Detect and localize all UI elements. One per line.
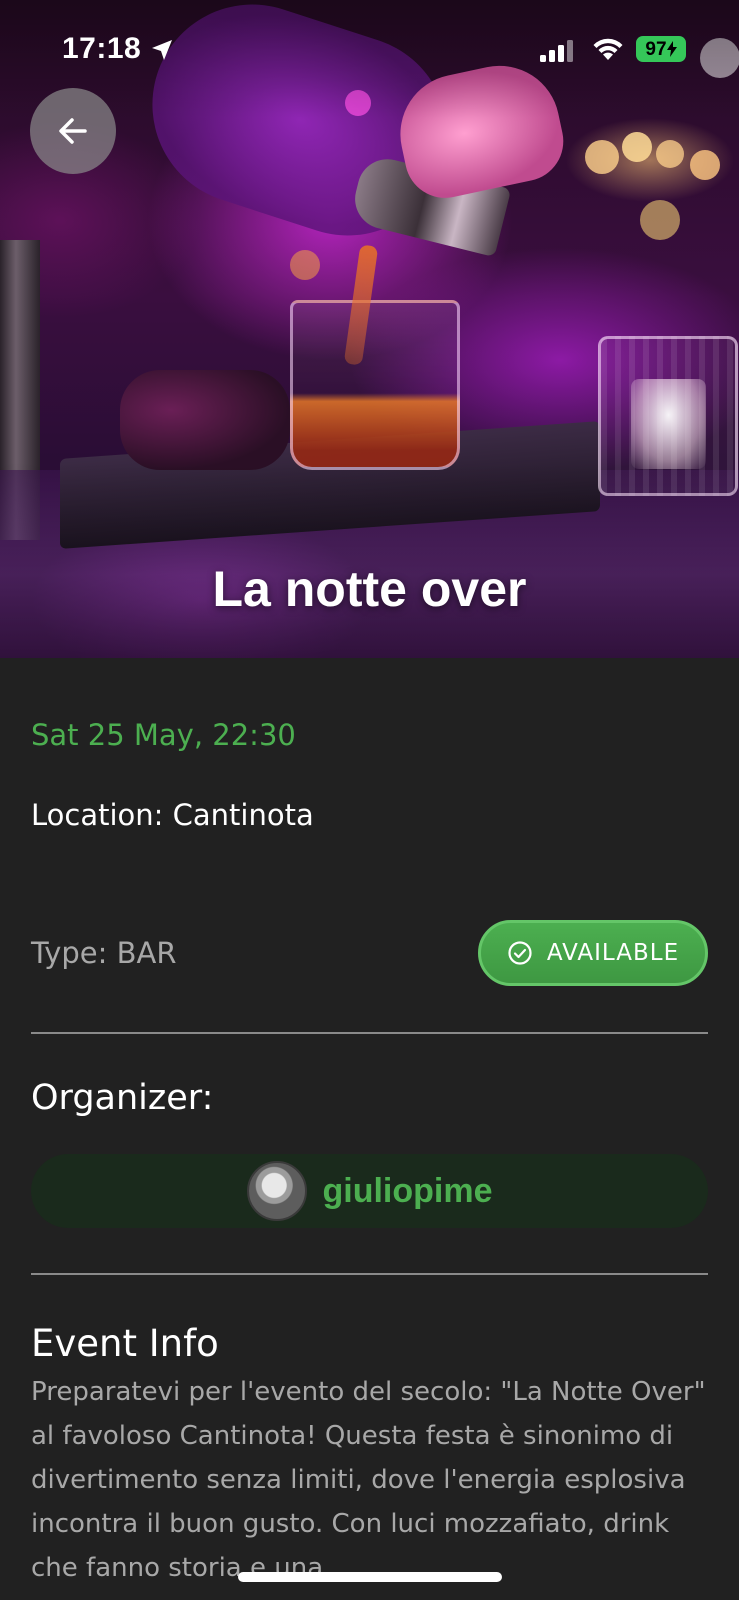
- charging-bolt-icon: [666, 41, 677, 57]
- event-location: Location: Cantinota: [31, 798, 314, 832]
- cellular-signal-icon: [540, 40, 573, 62]
- organizer-heading: Organizer:: [31, 1078, 214, 1118]
- battery-level: 97: [645, 38, 667, 60]
- event-type: Type: BAR: [31, 936, 177, 970]
- event-detail-screen: 17:18 97 La notte over Sat 25 May, 22:30…: [0, 0, 739, 1600]
- divider: [31, 1273, 708, 1275]
- divider: [31, 1032, 708, 1034]
- status-time: 17:18: [62, 32, 142, 65]
- availability-status-button[interactable]: AVAILABLE: [478, 920, 708, 986]
- home-indicator[interactable]: [238, 1572, 502, 1582]
- back-button[interactable]: [30, 88, 116, 174]
- wifi-icon: [593, 38, 623, 60]
- avatar: [246, 1161, 307, 1221]
- event-details: Sat 25 May, 22:30 Location: Cantinota Ty…: [0, 658, 739, 1600]
- event-date: Sat 25 May, 22:30: [31, 718, 296, 752]
- event-info-description: Preparatevi per l'evento del secolo: "La…: [31, 1377, 706, 1583]
- arrow-left-icon: [59, 118, 87, 144]
- organizer-username: giuliopime: [322, 1171, 493, 1210]
- status-bar: 17:18 97: [0, 0, 739, 100]
- event-title: La notte over: [212, 561, 527, 617]
- location-arrow-icon: [152, 40, 172, 60]
- organizer-profile-button[interactable]: giuliopime: [31, 1154, 708, 1228]
- availability-label: AVAILABLE: [546, 940, 680, 966]
- battery-indicator: 97: [636, 36, 686, 62]
- check-circle-icon: [508, 941, 532, 965]
- event-info-heading: Event Info: [31, 1322, 219, 1365]
